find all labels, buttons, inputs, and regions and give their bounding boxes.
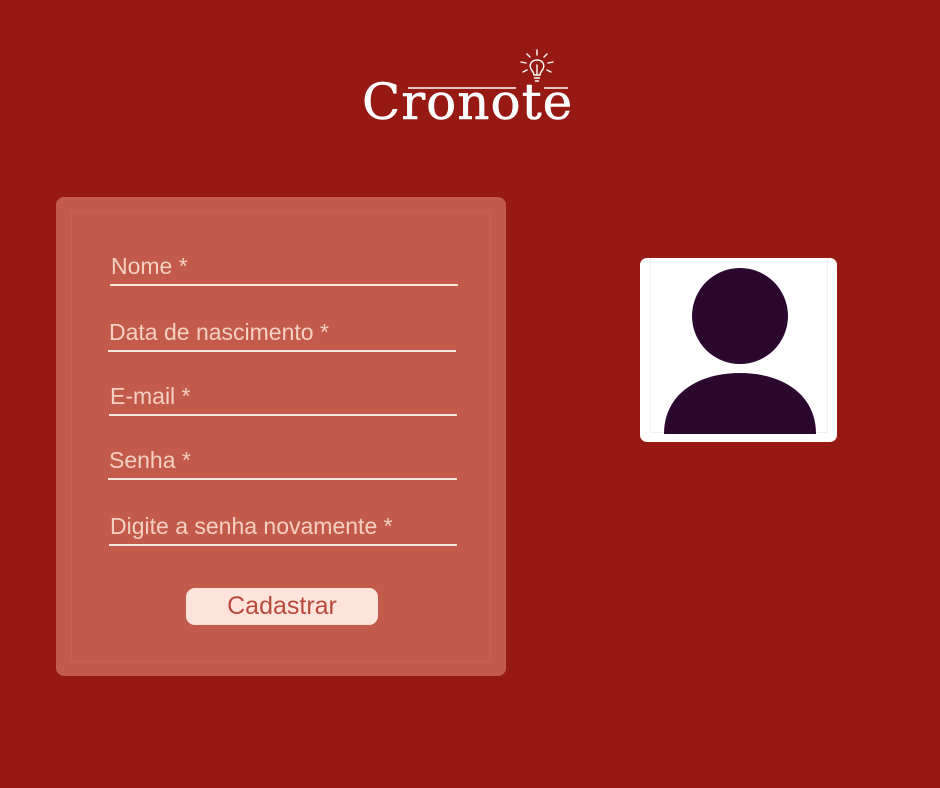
confirm-password-input[interactable] [109, 508, 457, 544]
register-button[interactable]: Cadastrar [186, 588, 378, 625]
email-field [109, 378, 457, 416]
signup-form: Cadastrar [56, 197, 506, 676]
confirm-password-field [109, 508, 457, 546]
name-input[interactable] [110, 248, 458, 284]
password-input[interactable] [108, 442, 457, 478]
avatar-upload[interactable] [640, 258, 837, 442]
user-silhouette-icon [664, 268, 816, 434]
birthdate-field [108, 314, 456, 352]
app-logo: Cronote [360, 46, 585, 136]
birthdate-input[interactable] [108, 314, 456, 350]
brand-name: Cronote [362, 73, 574, 132]
email-input[interactable] [109, 378, 457, 414]
name-field [110, 248, 458, 286]
password-field [108, 442, 457, 480]
